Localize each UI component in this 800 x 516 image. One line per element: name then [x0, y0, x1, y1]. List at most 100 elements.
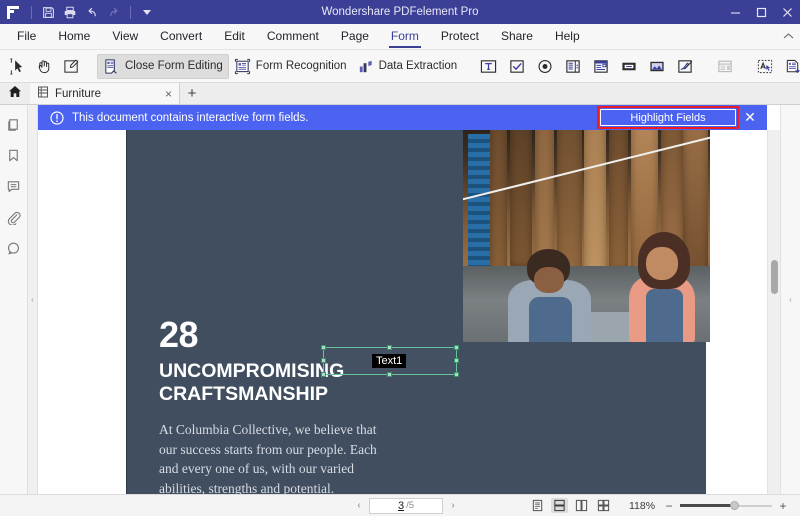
highlight-fields-button[interactable]: Highlight Fields — [600, 109, 736, 126]
slider-knob[interactable] — [730, 501, 739, 510]
sidebar-item-comments[interactable] — [5, 177, 23, 195]
form-field-tooltip: Text1 — [372, 354, 406, 368]
menu-item-file[interactable]: File — [6, 24, 47, 49]
redo-button[interactable] — [103, 0, 125, 24]
pdfelement-logo-icon — [7, 6, 19, 19]
page-canvas[interactable]: 28 UNCOMPROMISING CRAFTSMANSHIP At Colum… — [38, 130, 767, 494]
resize-handle[interactable] — [387, 345, 392, 350]
zoom-in-button[interactable]: + — [778, 499, 788, 513]
collapse-ribbon-button[interactable] — [776, 24, 800, 49]
import-data-icon — [784, 58, 800, 75]
single-page-view-button[interactable] — [529, 498, 546, 513]
field-recognition-icon — [756, 58, 774, 75]
text-field-button[interactable] — [474, 54, 503, 79]
document-body-text: At Columbia Collective, we believe that … — [159, 420, 381, 494]
form-recognition-icon — [234, 58, 251, 75]
print-icon — [63, 6, 77, 19]
sidebar-item-thumbnails[interactable] — [5, 115, 23, 133]
scrollbar-thumb[interactable] — [771, 260, 778, 294]
menu-item-protect[interactable]: Protect — [430, 24, 490, 49]
total-pages-label: /5 — [406, 500, 414, 511]
resize-handle[interactable] — [387, 372, 392, 377]
select-tool-button[interactable] — [4, 54, 31, 79]
menu-item-home[interactable]: Home — [47, 24, 101, 49]
list-box-button[interactable] — [587, 54, 615, 79]
right-panel-handle[interactable]: ‹ — [780, 105, 800, 494]
previous-page-button[interactable]: ‹ — [349, 500, 369, 511]
combo-box-button[interactable] — [559, 54, 587, 79]
document-paragraph: At Columbia Collective, we believe that … — [159, 420, 381, 494]
maximize-icon — [756, 7, 767, 18]
zoom-control: 118% − + — [626, 499, 788, 513]
digital-signature-button[interactable] — [671, 54, 699, 79]
close-button[interactable] — [774, 0, 800, 24]
field-recognition-button[interactable] — [751, 54, 779, 79]
check-box-button[interactable] — [503, 54, 531, 79]
menu-item-form[interactable]: Form — [380, 24, 430, 49]
undo-button[interactable] — [81, 0, 103, 24]
close-icon: ✕ — [744, 109, 756, 125]
zoom-slider[interactable] — [680, 501, 772, 511]
new-tab-button[interactable]: + — [180, 83, 204, 104]
status-bar: ‹ 3 /5 › — [0, 494, 800, 516]
form-table-button[interactable] — [711, 54, 739, 79]
close-form-editing-button[interactable]: Close Form Editing — [97, 54, 229, 79]
menu-item-edit[interactable]: Edit — [213, 24, 256, 49]
sidebar-item-attachments[interactable] — [5, 208, 23, 226]
menu-item-convert[interactable]: Convert — [149, 24, 213, 49]
image-field-button[interactable] — [643, 54, 671, 79]
menu-item-page[interactable]: Page — [330, 24, 380, 49]
selected-form-field[interactable]: Text1 — [323, 347, 457, 375]
maximize-button[interactable] — [748, 0, 774, 24]
combo-box-icon — [564, 58, 582, 75]
minimize-button[interactable] — [722, 0, 748, 24]
home-tab-button[interactable] — [0, 83, 30, 104]
close-icon[interactable]: × — [165, 88, 172, 100]
close-form-editing-icon — [103, 58, 120, 75]
app-logo[interactable] — [0, 0, 26, 24]
facing-continuous-view-button[interactable] — [595, 498, 612, 513]
import-data-button[interactable] — [779, 54, 800, 79]
text-field-icon — [479, 58, 498, 75]
sidebar-item-bookmarks[interactable] — [5, 146, 23, 164]
resize-handle[interactable] — [321, 358, 326, 363]
resize-handle[interactable] — [454, 358, 459, 363]
continuous-view-button[interactable] — [551, 498, 568, 513]
title-bar: Wondershare PDFelement Pro — [0, 0, 800, 24]
divider — [130, 6, 131, 19]
print-button[interactable] — [59, 0, 81, 24]
resize-handle[interactable] — [321, 372, 326, 377]
sidebar-item-stamps[interactable] — [5, 239, 23, 257]
document-tab-furniture[interactable]: Furniture × — [30, 83, 180, 104]
close-icon — [782, 7, 793, 18]
menu-item-comment[interactable]: Comment — [256, 24, 330, 49]
hand-tool-button[interactable] — [31, 54, 58, 79]
facing-continuous-icon — [597, 499, 610, 512]
save-button[interactable] — [37, 0, 59, 24]
resize-handle[interactable] — [454, 372, 459, 377]
page-number-input[interactable]: 3 /5 — [369, 498, 443, 514]
data-extraction-button[interactable]: Data Extraction — [352, 54, 463, 79]
zoom-level-value[interactable]: 118% — [626, 500, 658, 512]
redo-icon — [107, 6, 121, 19]
customize-quick-access-button[interactable] — [136, 0, 158, 24]
facing-view-button[interactable] — [573, 498, 590, 513]
page-navigator: ‹ 3 /5 › — [349, 498, 463, 514]
plus-icon: + — [188, 85, 197, 102]
resize-handle[interactable] — [321, 345, 326, 350]
push-button-button[interactable] — [615, 54, 643, 79]
next-page-button[interactable]: › — [443, 500, 463, 511]
data-extraction-icon — [357, 58, 374, 75]
resize-handle[interactable] — [454, 345, 459, 350]
radio-button-button[interactable] — [531, 54, 559, 79]
vertical-scrollbar[interactable] — [767, 130, 780, 494]
left-sidebar — [0, 105, 28, 494]
collapse-panel-handle[interactable]: ‹ — [28, 105, 38, 494]
zoom-out-button[interactable]: − — [664, 499, 674, 513]
edit-tool-button[interactable] — [58, 54, 85, 79]
menu-item-view[interactable]: View — [101, 24, 149, 49]
close-notification-button[interactable]: ✕ — [739, 105, 761, 130]
form-recognition-button[interactable]: Form Recognition — [229, 54, 352, 79]
menu-item-share[interactable]: Share — [490, 24, 544, 49]
menu-item-help[interactable]: Help — [544, 24, 591, 49]
